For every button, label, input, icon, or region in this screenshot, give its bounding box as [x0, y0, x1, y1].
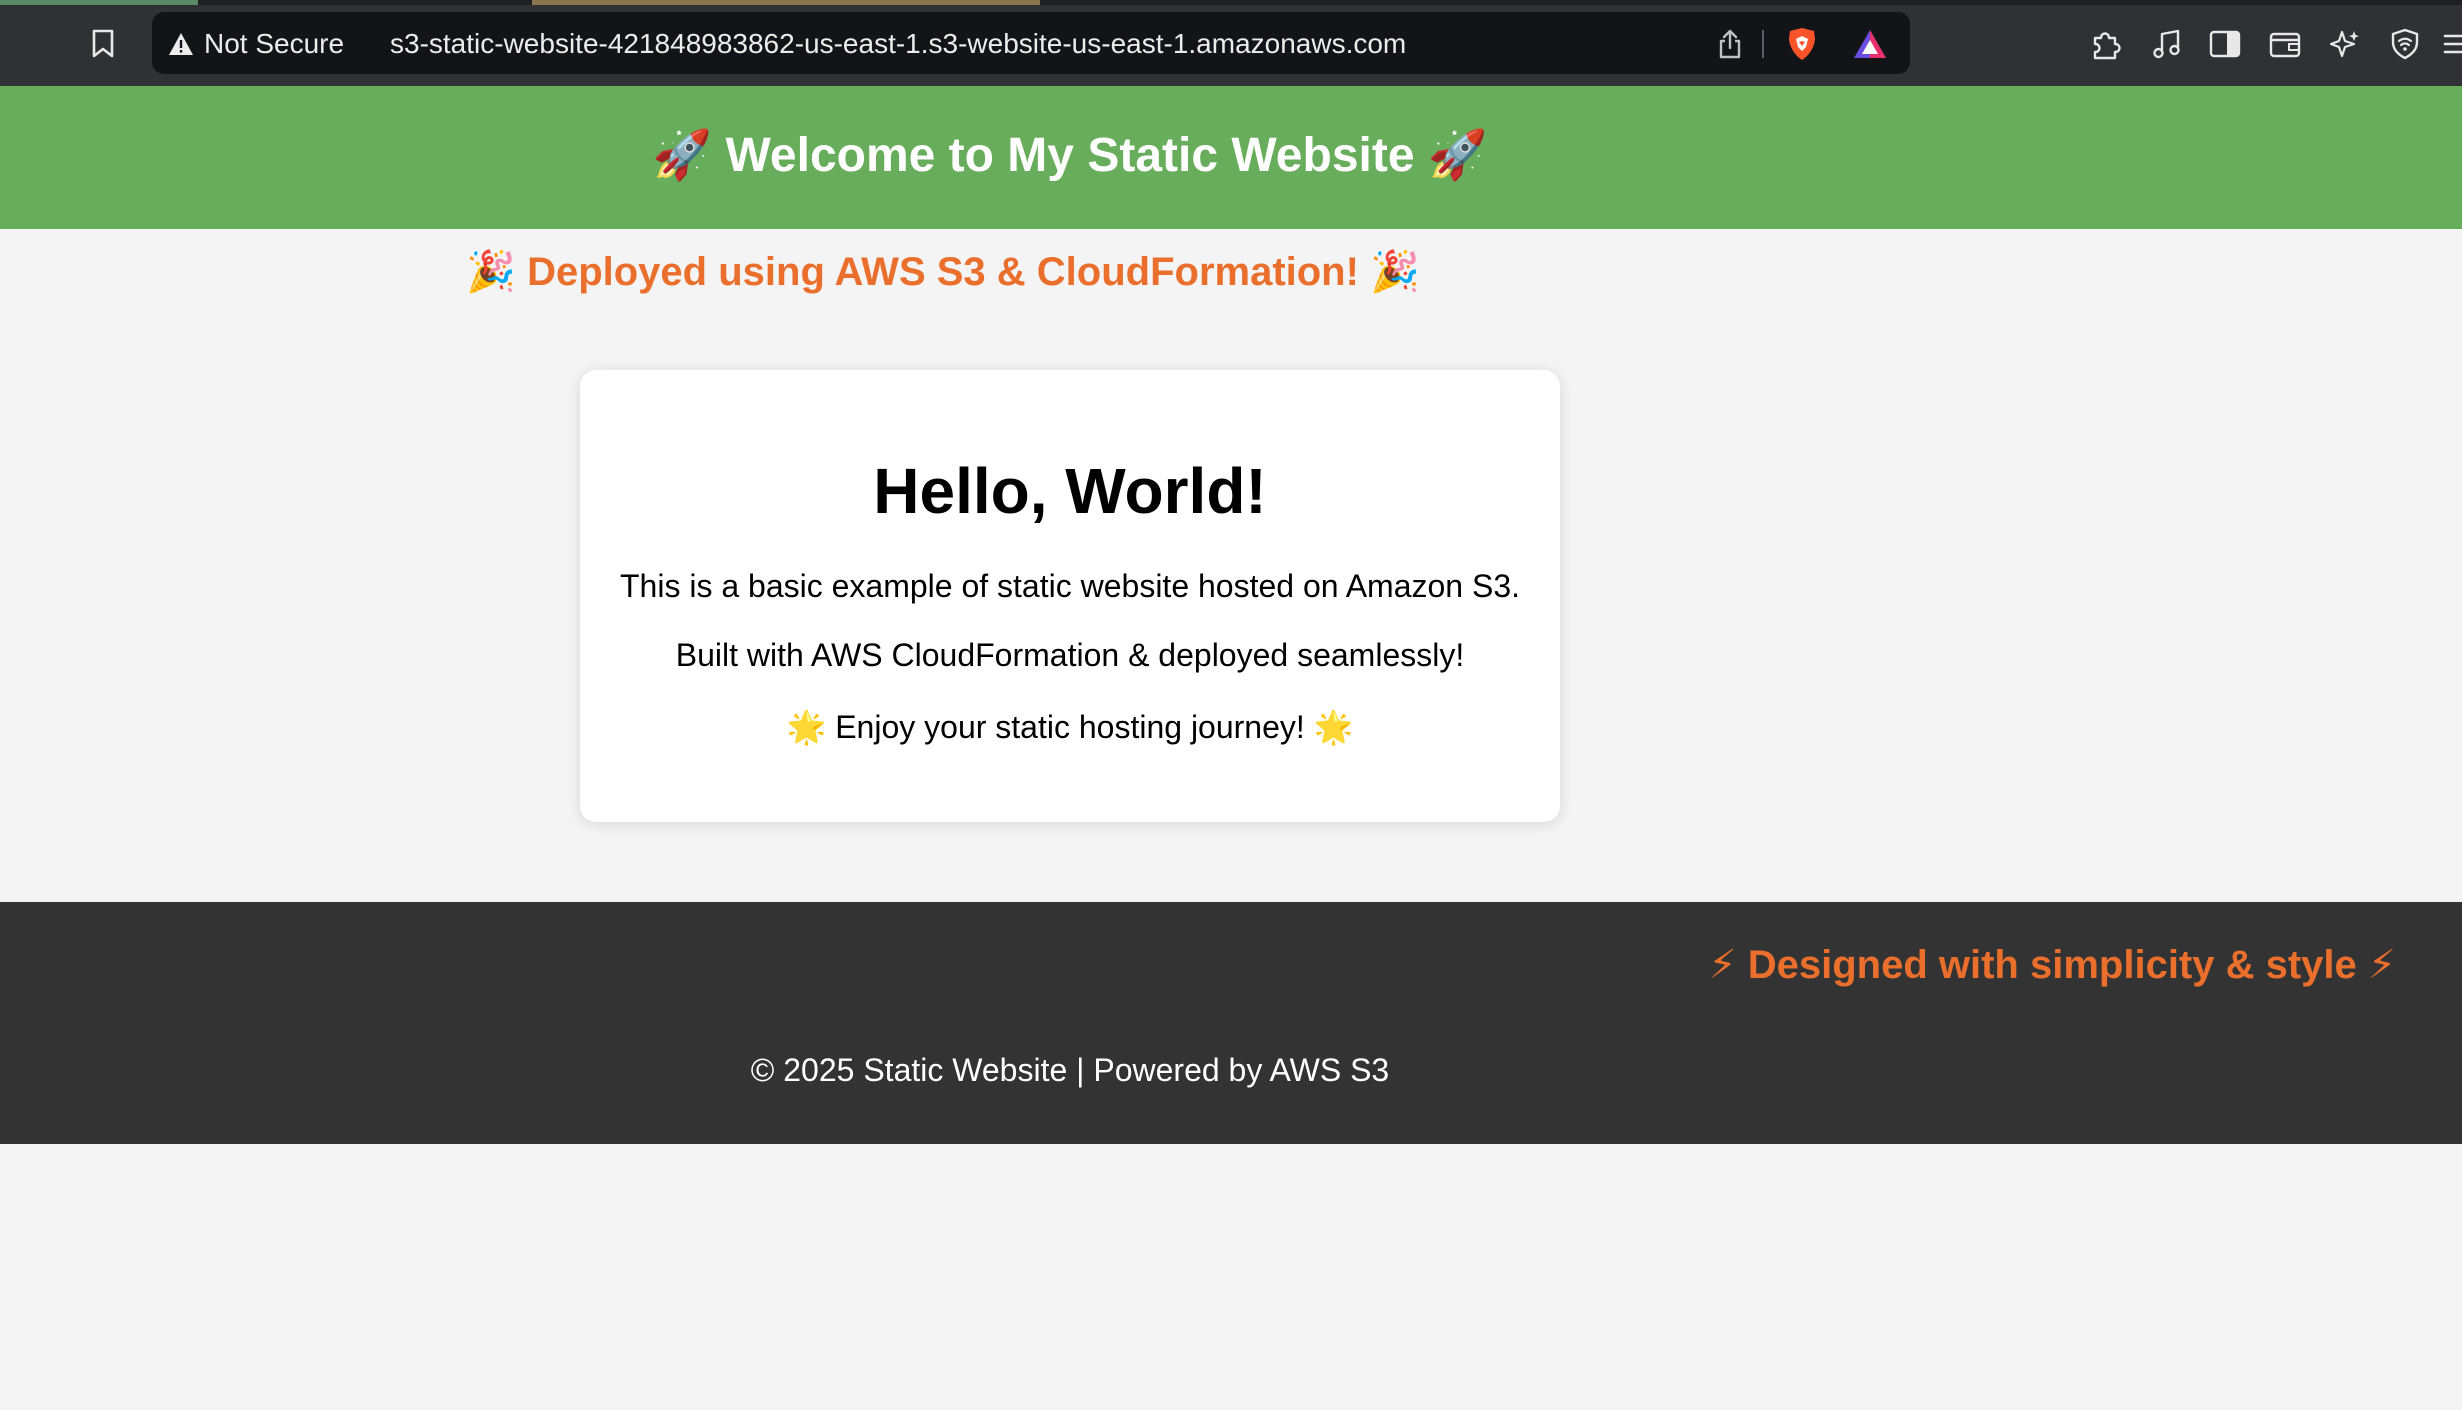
page-title-text: Welcome to My Static Website [725, 129, 1415, 182]
rocket-icon: 🚀 [652, 127, 713, 183]
lightning-icon: ⚡ [2367, 942, 2396, 988]
site-footer: ⚡ Designed with simplicity & style ⚡ © 2… [0, 902, 2462, 1144]
divider [1762, 30, 1764, 58]
menu-icon[interactable] [2442, 24, 2462, 64]
wallet-icon[interactable] [2266, 24, 2304, 64]
leo-ai-icon[interactable] [2326, 24, 2364, 64]
star-icon: 🌟 [1313, 708, 1354, 746]
tab-indicator[interactable] [0, 0, 198, 5]
vpn-icon[interactable] [2386, 24, 2424, 64]
party-popper-icon: 🎉 [466, 249, 516, 295]
bookmark-icon[interactable] [86, 24, 120, 64]
rocket-icon: 🚀 [1427, 127, 1488, 183]
tab-indicator-active[interactable] [532, 0, 1040, 5]
card-enjoy-line: 🌟 Enjoy your static hosting journey! 🌟 [580, 708, 1560, 746]
card-built-with: Built with AWS CloudFormation & deployed… [675, 637, 1465, 673]
sidebar-icon[interactable] [2206, 24, 2244, 64]
card-title: Hello, World! [873, 455, 1267, 527]
page-title: 🚀 Welcome to My Static Website 🚀 [0, 126, 2140, 183]
star-icon: 🌟 [786, 708, 827, 746]
site-header: 🚀 Welcome to My Static Website 🚀 [0, 86, 2462, 229]
media-icon[interactable] [2148, 24, 2186, 64]
security-label: Not Secure [204, 28, 345, 59]
deploy-subtitle: 🎉 Deployed using AWS S3 & CloudFormation… [0, 248, 1886, 295]
lightning-icon: ⚡ [1708, 942, 1737, 988]
footer-tagline-text: Designed with simplicity & style [1747, 943, 2357, 987]
share-icon[interactable] [1714, 24, 1746, 64]
footer-copyright: © 2025 Static Website | Powered by AWS S… [750, 1052, 1390, 1088]
brave-shields-icon[interactable] [1784, 24, 1820, 64]
extensions-icon[interactable] [2086, 24, 2124, 64]
brave-rewards-icon[interactable] [1850, 24, 1890, 64]
deploy-subtitle-text: Deployed using AWS S3 & CloudFormation! [527, 250, 1359, 294]
tab-strip [0, 0, 2462, 5]
warning-icon [168, 32, 194, 56]
security-indicator[interactable]: Not Secure [168, 24, 344, 64]
party-popper-icon: 🎉 [1370, 249, 1420, 295]
url-text[interactable]: s3-static-website-421848983862-us-east-1… [390, 24, 1406, 64]
content-card: Hello, World! This is a basic example of… [580, 370, 1560, 822]
browser-toolbar: Not Secure s3-static-website-42184898386… [0, 0, 2462, 86]
footer-tagline: ⚡ Designed with simplicity & style ⚡ [1709, 942, 2396, 988]
card-description: This is a basic example of static websit… [619, 568, 1520, 604]
card-enjoy-text: Enjoy your static hosting journey! [835, 709, 1305, 745]
